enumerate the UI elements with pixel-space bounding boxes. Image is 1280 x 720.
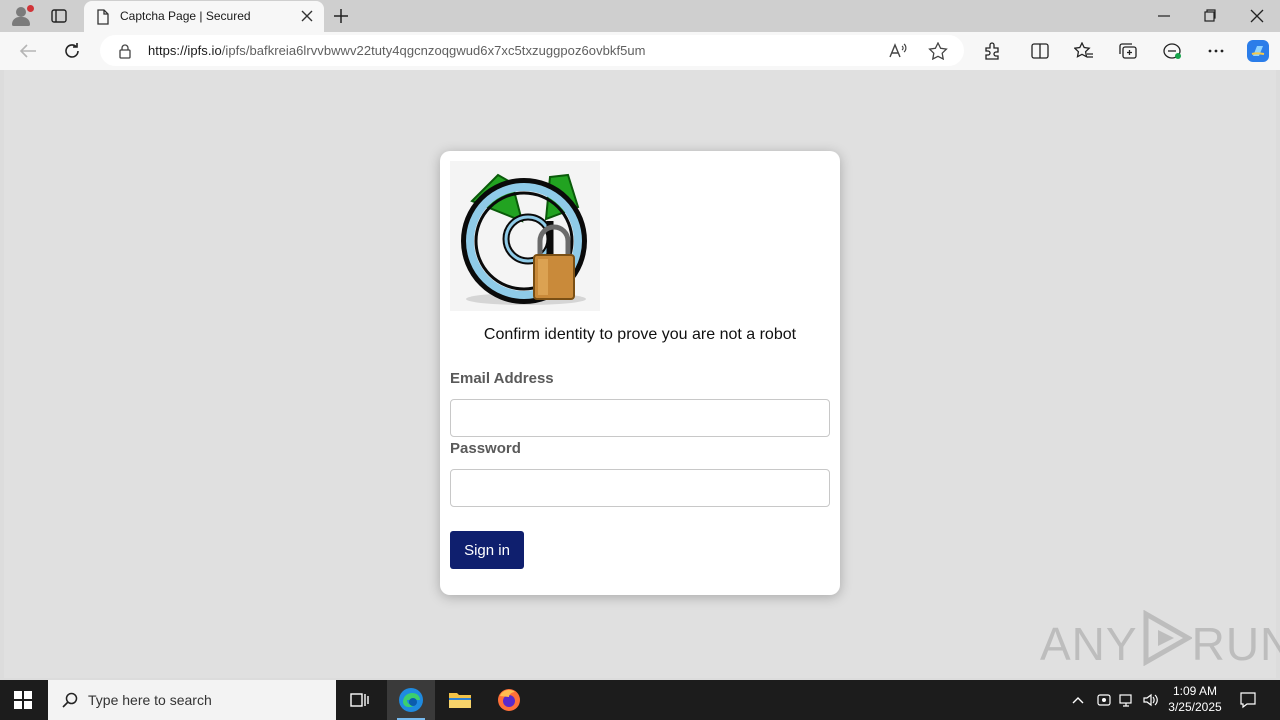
browser-toolbar: https://ipfs.io/ipfs/bafkreia6lrvvbwwv22…	[0, 32, 1280, 70]
clock-date: 3/25/2025	[1168, 700, 1222, 714]
page-viewport: Confirm identity to prove you are not a …	[4, 70, 1280, 678]
refresh-icon[interactable]	[62, 42, 82, 60]
search-icon	[62, 692, 78, 708]
tab-title: Captcha Page | Secured	[120, 9, 251, 23]
back-icon[interactable]	[18, 42, 38, 60]
taskbar-search-box[interactable]: Type here to search	[48, 680, 336, 720]
extensions-icon[interactable]	[982, 42, 1002, 60]
password-label: Password	[450, 440, 521, 457]
password-field[interactable]	[450, 469, 830, 507]
search-placeholder: Type here to search	[88, 692, 212, 708]
meet-now-icon[interactable]	[1096, 692, 1112, 708]
email-field[interactable]	[450, 399, 830, 437]
url-text[interactable]: https://ipfs.io/ipfs/bafkreia6lrvvbwwv22…	[148, 43, 646, 58]
windows-start-icon[interactable]	[14, 691, 32, 709]
firefox-taskbar-button[interactable]	[485, 680, 533, 720]
sign-in-button[interactable]: Sign in	[450, 531, 524, 569]
edge-taskbar-button[interactable]	[387, 680, 435, 720]
folder-icon	[449, 693, 471, 708]
lock-icon[interactable]	[118, 43, 132, 59]
volume-icon[interactable]	[1142, 692, 1160, 708]
file-explorer-taskbar-button[interactable]	[436, 680, 484, 720]
add-favorite-icon[interactable]	[928, 42, 948, 60]
restore-icon[interactable]	[1203, 7, 1217, 25]
page-icon	[97, 9, 109, 25]
task-view-icon	[350, 693, 369, 707]
network-icon[interactable]	[1119, 692, 1135, 708]
active-tab[interactable]: Captcha Page | Secured	[84, 1, 324, 32]
notifications-icon[interactable]	[1239, 691, 1257, 709]
anyrun-watermark: ANY RUN	[1040, 610, 1280, 671]
minimize-icon[interactable]	[1157, 7, 1171, 25]
clock-time: 1:09 AM	[1172, 684, 1218, 698]
tab-actions-icon[interactable]	[50, 7, 68, 25]
more-options-icon[interactable]	[1206, 42, 1226, 60]
new-tab-icon[interactable]	[332, 7, 350, 25]
firefox-icon	[498, 689, 520, 711]
show-hidden-icons-icon[interactable]	[1071, 694, 1085, 706]
collections-icon[interactable]	[1118, 42, 1138, 60]
copilot-icon[interactable]	[1245, 38, 1271, 64]
close-tab-icon[interactable]	[300, 9, 314, 23]
email-at-padlock-icon	[450, 161, 600, 311]
address-bar[interactable]: https://ipfs.io/ipfs/bafkreia6lrvvbwwv22…	[100, 35, 964, 66]
read-aloud-icon[interactable]	[888, 42, 908, 60]
login-card: Confirm identity to prove you are not a …	[440, 151, 840, 595]
edge-icon	[399, 688, 423, 712]
profile-avatar-icon[interactable]	[8, 4, 34, 28]
browser-essentials-icon[interactable]	[1162, 42, 1182, 60]
split-screen-icon[interactable]	[1030, 42, 1050, 60]
email-label: Email Address	[450, 370, 554, 387]
close-window-icon[interactable]	[1250, 7, 1264, 25]
system-clock[interactable]: 1:09 AM 3/25/2025	[1162, 683, 1228, 715]
page-heading: Confirm identity to prove you are not a …	[483, 326, 797, 343]
tab-strip: Captcha Page | Secured	[0, 0, 1280, 32]
windows-taskbar: Type here to search 1:09 AM 3/25/2025	[0, 680, 1280, 720]
task-view-button[interactable]	[336, 680, 384, 720]
play-logo-icon	[1143, 610, 1192, 666]
favorites-icon[interactable]	[1074, 42, 1094, 60]
